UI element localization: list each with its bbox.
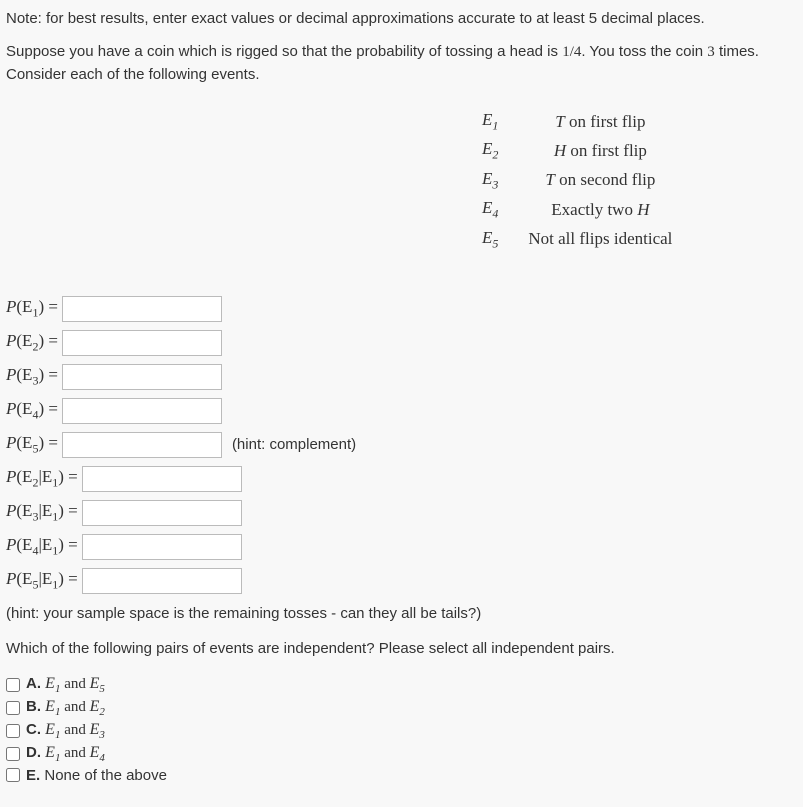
input-row-pe4ge1: P(E4|E1) = <box>6 533 793 561</box>
pe5ge1-field[interactable] <box>82 568 242 594</box>
pe2ge1-field[interactable] <box>82 466 242 492</box>
hint-sample-space: (hint: your sample space is the remainin… <box>6 605 793 622</box>
table-row: E5 Not all flips identical <box>468 226 686 253</box>
pe1-field[interactable] <box>62 296 222 322</box>
choice-b-checkbox[interactable] <box>6 701 20 715</box>
independence-question: Which of the following pairs of events a… <box>6 640 793 657</box>
table-row: E3 T on second flip <box>468 167 686 194</box>
choice-b-row: B. E1 and E2 <box>6 698 793 718</box>
input-row-pe5: P(E5) = (hint: complement) <box>6 431 793 459</box>
table-row: E1 T on first flip <box>468 108 686 135</box>
pe3ge1-field[interactable] <box>82 500 242 526</box>
choice-e-row: E. None of the above <box>6 767 793 784</box>
choice-e-checkbox[interactable] <box>6 768 20 782</box>
pe5-field[interactable] <box>62 432 222 458</box>
pe3-field[interactable] <box>62 364 222 390</box>
problem-statement: Suppose you have a coin which is rigged … <box>6 41 793 86</box>
table-row: E2 H on first flip <box>468 137 686 164</box>
table-row: E4 Exactly two H <box>468 196 686 223</box>
choice-d-checkbox[interactable] <box>6 747 20 761</box>
choice-a-row: A. E1 and E5 <box>6 675 793 695</box>
pe4ge1-field[interactable] <box>82 534 242 560</box>
input-row-pe4: P(E4) = <box>6 397 793 425</box>
input-row-pe2: P(E2) = <box>6 329 793 357</box>
hint-complement: (hint: complement) <box>232 436 356 453</box>
input-row-pe5ge1: P(E5|E1) = <box>6 567 793 595</box>
pe4-field[interactable] <box>62 398 222 424</box>
events-definition-table: E1 T on first flip E2 H on first flip E3… <box>466 106 688 255</box>
input-row-pe3: P(E3) = <box>6 363 793 391</box>
input-row-pe3ge1: P(E3|E1) = <box>6 499 793 527</box>
note-text: Note: for best results, enter exact valu… <box>6 10 793 27</box>
input-row-pe1: P(E1) = <box>6 295 793 323</box>
input-row-pe2ge1: P(E2|E1) = <box>6 465 793 493</box>
pe2-field[interactable] <box>62 330 222 356</box>
choice-c-checkbox[interactable] <box>6 724 20 738</box>
choice-d-row: D. E1 and E4 <box>6 744 793 764</box>
choice-a-checkbox[interactable] <box>6 678 20 692</box>
choice-c-row: C. E1 and E3 <box>6 721 793 741</box>
